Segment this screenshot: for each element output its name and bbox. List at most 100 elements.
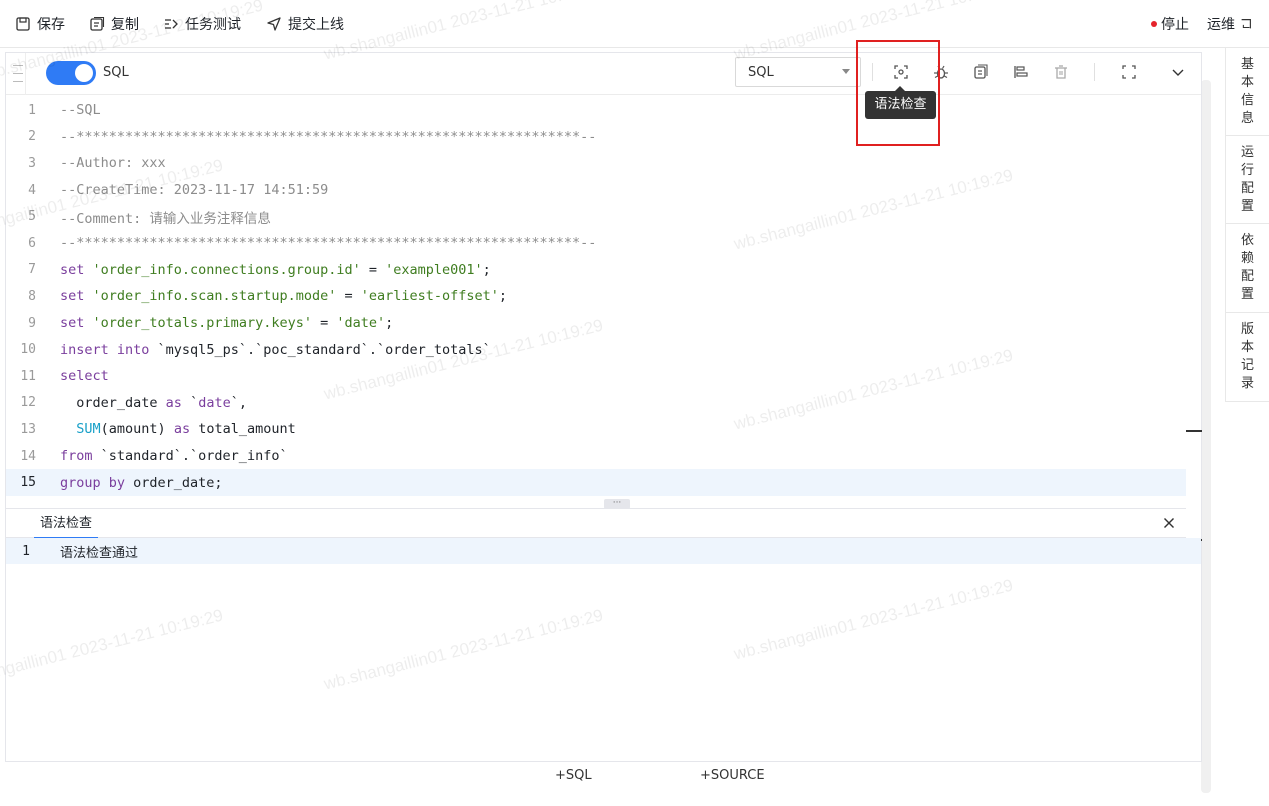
- code-token: 'order_info.connections.group.id': [92, 261, 361, 278]
- side-tab-dependency-config[interactable]: 依赖配置: [1225, 224, 1269, 313]
- code-token: as: [173, 421, 199, 438]
- result-message: 语法检查通过: [60, 545, 139, 561]
- line-number: 9: [28, 315, 36, 331]
- code-text: --**************************************…: [60, 129, 596, 145]
- document-copy-icon[interactable]: [972, 63, 990, 81]
- code-line: 13 SUM(amount) as total_amount: [6, 416, 1186, 443]
- task-test-button[interactable]: 任务测试: [163, 14, 241, 34]
- external-link-icon: [1241, 19, 1251, 29]
- code-line: 3 --Author: xxx: [6, 150, 1186, 177]
- line-number: 6: [28, 235, 36, 251]
- code-token: 'order_totals.primary.keys': [92, 315, 312, 332]
- code-token: --Author: xxx: [60, 155, 166, 172]
- line-number: 10: [20, 342, 36, 358]
- code-text: order_date as `date`,: [60, 395, 247, 411]
- side-tab-basic-info[interactable]: 基本信息: [1225, 48, 1269, 136]
- code-token: from: [60, 448, 101, 465]
- line-number: 1: [28, 102, 36, 118]
- collapse-chevron-icon[interactable]: [1169, 63, 1187, 81]
- syntax-check-icon[interactable]: [892, 63, 910, 81]
- language-select-value: SQL: [748, 64, 774, 80]
- side-tab-label: 运行配置: [1240, 144, 1254, 214]
- code-token: select: [60, 368, 109, 385]
- code-line: 11 select: [6, 363, 1186, 390]
- code-token: --CreateTime: 2023-11-17 14:51:59: [60, 182, 329, 199]
- language-select[interactable]: SQL: [735, 57, 861, 87]
- code-text: set 'order_totals.primary.keys' = 'date'…: [60, 315, 393, 331]
- trash-icon[interactable]: [1052, 63, 1070, 81]
- code-token: `: [190, 394, 199, 411]
- code-line: 14 from `standard`.`order_info`: [6, 443, 1186, 470]
- close-icon[interactable]: [1160, 514, 1178, 532]
- side-tab-label: 基本信息: [1240, 56, 1254, 126]
- code-token: set: [60, 288, 93, 305]
- line-number: 8: [28, 288, 36, 304]
- code-token: SUM: [76, 421, 101, 438]
- code-token: 'date': [336, 315, 386, 332]
- code-line: 1 --SQL: [6, 97, 1186, 124]
- save-button[interactable]: 保存: [15, 14, 65, 34]
- ops-button[interactable]: 运维: [1207, 14, 1253, 34]
- code-token: ;: [385, 315, 394, 332]
- chevron-down-icon: [842, 69, 850, 74]
- code-text: set 'order_info.scan.startup.mode' = 'ea…: [60, 288, 507, 304]
- app-root: 保存 复制 任务测试 提交上线 停止 运维 基本信息 运行配置 依赖配置 版本记…: [0, 0, 1269, 806]
- code-text: insert into `mysql5_ps`.`poc_standard`.`…: [60, 342, 491, 358]
- code-token: total_amount: [198, 421, 296, 438]
- toggle-knob: [75, 64, 93, 82]
- tab-syntax-check[interactable]: 语法检查: [34, 509, 99, 539]
- fullscreen-icon[interactable]: [1120, 63, 1138, 81]
- code-token: 'example001': [385, 261, 483, 278]
- editor-header: SQL SQL: [6, 53, 1201, 95]
- code-line: 7 set 'order_info.connections.group.id' =…: [6, 257, 1186, 284]
- debug-bug-icon[interactable]: [932, 63, 950, 81]
- stop-button[interactable]: 停止: [1151, 14, 1189, 34]
- side-tab-run-config[interactable]: 运行配置: [1225, 136, 1269, 224]
- copy-button[interactable]: 复制: [89, 14, 139, 34]
- code-line: 6 --*************************************…: [6, 230, 1186, 257]
- format-align-icon[interactable]: [1012, 63, 1030, 81]
- code-line: 9 set 'order_totals.primary.keys' = 'date…: [6, 310, 1186, 337]
- line-number: 3: [28, 155, 36, 171]
- line-number: 4: [28, 182, 36, 198]
- line-number: 14: [20, 448, 36, 464]
- code-line: 4 --CreateTime: 2023-11-17 14:51:59: [6, 177, 1186, 204]
- code-text: --**************************************…: [60, 235, 596, 251]
- scroll-position-marker: [1186, 430, 1202, 432]
- code-token: order_date;: [133, 474, 223, 491]
- code-text: select: [60, 368, 109, 384]
- ops-label: 运维: [1207, 17, 1235, 33]
- code-text: group by order_date;: [60, 475, 223, 491]
- sql-code-editor[interactable]: 1 --SQL 2 --*******************************…: [6, 95, 1186, 505]
- code-token: `standard`.`order_info`: [100, 448, 288, 465]
- code-text: from `standard`.`order_info`: [60, 448, 288, 464]
- code-token: set: [60, 261, 93, 278]
- vertical-scrollbar[interactable]: [1201, 80, 1211, 793]
- submit-online-button[interactable]: 提交上线: [266, 14, 344, 34]
- line-number: 12: [20, 395, 36, 411]
- code-line: 2 --*************************************…: [6, 124, 1186, 151]
- code-token: 'earliest-offset': [360, 288, 499, 305]
- submit-online-label: 提交上线: [288, 17, 344, 33]
- code-token: group by: [60, 474, 134, 491]
- code-token: --**************************************…: [60, 235, 597, 252]
- line-number: 7: [28, 262, 36, 278]
- side-tab-version-history[interactable]: 版本记录: [1225, 313, 1269, 402]
- code-token: insert into: [60, 341, 158, 358]
- code-token: =: [336, 288, 361, 305]
- save-label: 保存: [37, 17, 65, 33]
- result-line-number: 1: [22, 543, 30, 559]
- add-sql-button[interactable]: +SQL: [555, 768, 592, 783]
- side-tabs: 基本信息 运行配置 依赖配置 版本记录: [1225, 48, 1269, 402]
- sql-toggle-label: SQL: [103, 65, 129, 80]
- sql-mode-toggle[interactable]: [46, 61, 96, 85]
- line-number: 5: [28, 209, 36, 225]
- code-text: --Comment: 请输入业务注释信息: [60, 207, 271, 227]
- code-token: set: [60, 315, 93, 332]
- add-source-button[interactable]: +SOURCE: [700, 768, 765, 783]
- side-tab-label: 版本记录: [1240, 322, 1254, 391]
- code-text: --Author: xxx: [60, 155, 166, 171]
- code-line: 12 order_date as `date`,: [6, 390, 1186, 417]
- drag-grip-icon[interactable]: [8, 53, 26, 95]
